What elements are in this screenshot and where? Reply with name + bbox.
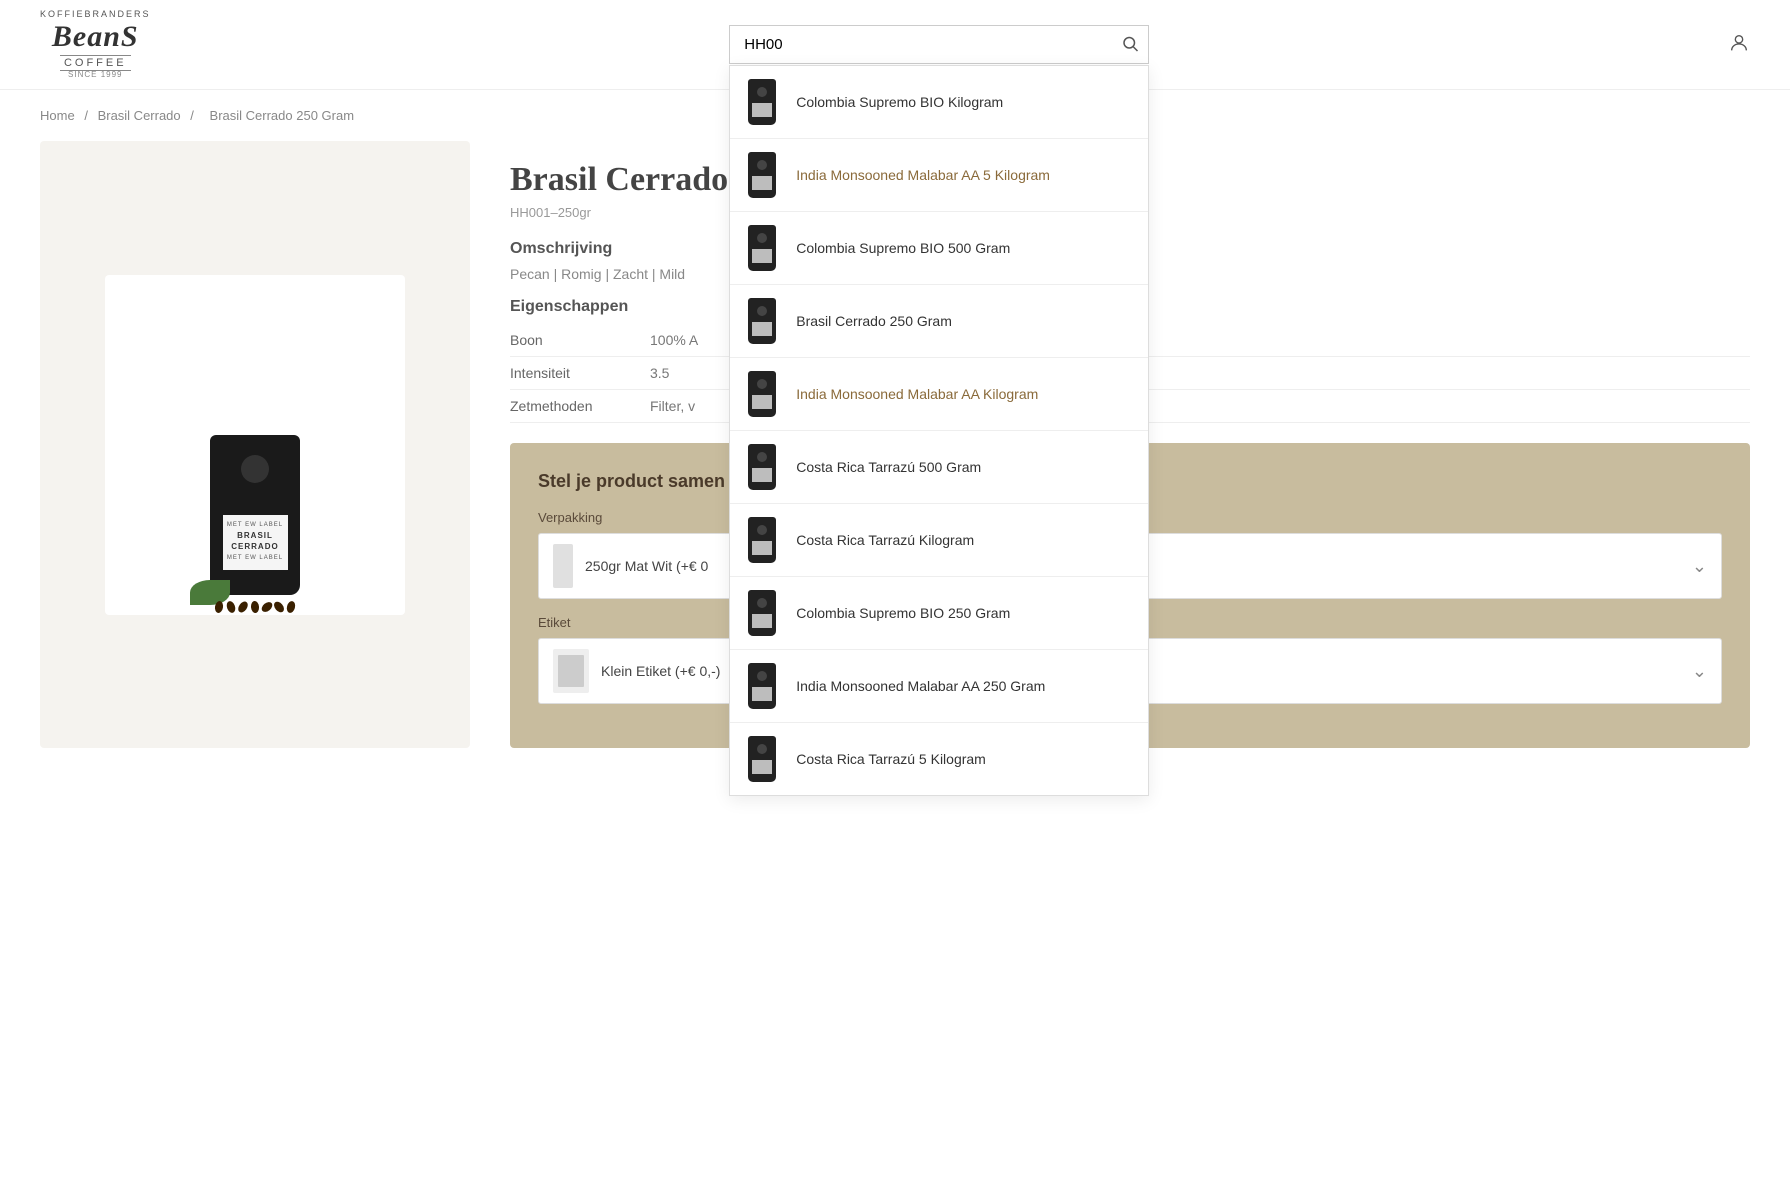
dropdown-item[interactable]: Brasil Cerrado 250 Gram — [730, 285, 1148, 358]
dropdown-item-label: India Monsooned Malabar AA Kilogram — [796, 386, 1038, 402]
property-key: Zetmethoden — [510, 390, 650, 423]
pack-thumbnail — [553, 544, 573, 588]
breadcrumb-category[interactable]: Brasil Cerrado — [98, 108, 181, 123]
search-icon — [1121, 34, 1139, 52]
dropdown-item-label: Costa Rica Tarrazú Kilogram — [796, 532, 974, 548]
dropdown-item-label: Costa Rica Tarrazú 500 Gram — [796, 459, 981, 475]
dropdown-item[interactable]: India Monsooned Malabar AA 250 Gram — [730, 650, 1148, 723]
search-dropdown: Colombia Supremo BIO Kilogram India Monso… — [729, 65, 1149, 796]
product-image: MET EW LABEL BRASIL CERRADO MET EW LABEL — [210, 435, 300, 595]
dropdown-item-label: Colombia Supremo BIO Kilogram — [796, 94, 1003, 110]
dropdown-item[interactable]: Colombia Supremo BIO 500 Gram — [730, 212, 1148, 285]
dropdown-item[interactable]: Colombia Supremo BIO 250 Gram — [730, 577, 1148, 650]
site-header: KOFFIEBRANDERS BeanS COFFEE SINCE 1999 C… — [0, 0, 1790, 90]
account-button[interactable] — [1728, 32, 1750, 57]
dropdown-item-label: Colombia Supremo BIO 250 Gram — [796, 605, 1010, 621]
site-logo[interactable]: KOFFIEBRANDERS BeanS COFFEE SINCE 1999 — [40, 10, 151, 80]
property-key: Intensiteit — [510, 357, 650, 390]
dropdown-item[interactable]: India Monsooned Malabar AA 5 Kilogram — [730, 139, 1148, 212]
dropdown-item[interactable]: Colombia Supremo BIO Kilogram — [730, 66, 1148, 139]
dropdown-item-label: India Monsooned Malabar AA 250 Gram — [796, 678, 1045, 694]
dropdown-item-label: Brasil Cerrado 250 Gram — [796, 313, 952, 329]
dropdown-item[interactable]: Costa Rica Tarrazú Kilogram — [730, 504, 1148, 577]
logo-sub-text: COFFEE — [60, 55, 131, 71]
header-icons — [1728, 32, 1750, 57]
etiket-value: Klein Etiket (+€ 0,-) — [601, 663, 720, 679]
search-input[interactable] — [729, 25, 1149, 64]
breadcrumb-sep2: / — [190, 108, 194, 123]
product-image-box: MET EW LABEL BRASIL CERRADO MET EW LABEL — [40, 141, 470, 748]
search-area: Colombia Supremo BIO KilogramIndia Monso… — [729, 25, 1149, 64]
dropdown-item[interactable]: India Monsooned Malabar AA Kilogram — [730, 358, 1148, 431]
search-button[interactable] — [1121, 34, 1139, 55]
chevron-down-icon: ⌄ — [1692, 556, 1707, 577]
product-beans-decoration — [175, 601, 335, 613]
logo-since-text: SINCE 1999 — [68, 71, 122, 80]
product-image-inner: MET EW LABEL BRASIL CERRADO MET EW LABEL — [105, 275, 405, 615]
verpakking-value: 250gr Mat Wit (+€ 0 — [585, 558, 708, 574]
logo-top-text: KOFFIEBRANDERS — [40, 10, 151, 20]
breadcrumb-sep1: / — [84, 108, 88, 123]
dropdown-item-label: Colombia Supremo BIO 500 Gram — [796, 240, 1010, 256]
breadcrumb-home[interactable]: Home — [40, 108, 75, 123]
dropdown-item-label: Costa Rica Tarrazú 5 Kilogram — [796, 751, 986, 767]
dropdown-item[interactable]: Costa Rica Tarrazú 500 Gram — [730, 431, 1148, 504]
user-icon — [1728, 32, 1750, 54]
logo-main-text: BeanS — [52, 20, 139, 53]
property-key: Boon — [510, 324, 650, 357]
etiket-chevron-down-icon: ⌄ — [1692, 661, 1707, 682]
dropdown-item-label: India Monsooned Malabar AA 5 Kilogram — [796, 167, 1050, 183]
breadcrumb-current: Brasil Cerrado 250 Gram — [210, 108, 355, 123]
etiket-thumbnail — [553, 649, 589, 693]
dropdown-item[interactable]: Costa Rica Tarrazú 5 Kilogram — [730, 723, 1148, 795]
